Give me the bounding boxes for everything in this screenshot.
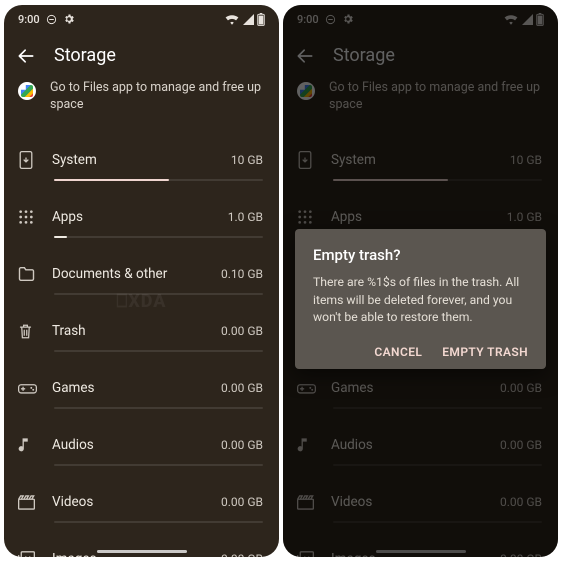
storage-usage-bar — [54, 521, 263, 523]
storage-row-size: 0.00 GB — [221, 438, 263, 452]
device-phone-icon — [18, 151, 52, 169]
storage-row-size: 0.00 GB — [221, 495, 263, 509]
status-bar: 9:00 — [4, 5, 279, 31]
storage-row-size: 0.00 GB — [221, 381, 263, 395]
storage-row-size: 1.0 GB — [228, 210, 263, 224]
phone-left: 9:00 Storage Go to Files app to manage a… — [4, 5, 279, 557]
storage-row-trash[interactable]: Trash0.00 GB — [4, 303, 279, 360]
folder-icon — [18, 267, 52, 281]
do-not-disturb-icon — [46, 14, 57, 25]
storage-row-size: 10 GB — [231, 153, 263, 167]
image-stack-icon — [18, 551, 52, 557]
storage-usage-bar — [54, 407, 263, 409]
files-banner[interactable]: Go to Files app to manage and free up sp… — [4, 74, 279, 132]
storage-row-size: 0.00 GB — [221, 552, 263, 557]
cancel-button[interactable]: CANCEL — [374, 345, 422, 359]
storage-row-size: 0.00 GB — [221, 324, 263, 338]
storage-row-games[interactable]: Games0.00 GB — [4, 360, 279, 417]
dialog-title: Empty trash? — [313, 246, 528, 264]
storage-row-videos[interactable]: Videos0.00 GB — [4, 474, 279, 531]
storage-row-size: 0.10 GB — [221, 267, 263, 281]
clock-text: 9:00 — [18, 13, 40, 26]
storage-row-apps[interactable]: Apps1.0 GB — [4, 189, 279, 246]
wifi-icon — [225, 14, 239, 25]
back-arrow-icon[interactable] — [16, 46, 36, 66]
storage-row-documents-other[interactable]: Documents & other0.10 GB — [4, 246, 279, 303]
trash-icon — [18, 323, 52, 340]
gesture-bar[interactable] — [97, 550, 187, 553]
storage-row-name: Apps — [52, 209, 228, 225]
gear-icon — [63, 13, 75, 25]
signal-icon — [242, 14, 254, 25]
gamepad-icon — [18, 382, 52, 395]
storage-usage-bar — [54, 236, 263, 238]
clapper-icon — [18, 495, 52, 510]
storage-usage-bar — [54, 179, 263, 181]
app-header: Storage — [4, 31, 279, 74]
phone-right: 9:00 Storage Go to Files app to manage a… — [283, 5, 558, 557]
storage-usage-bar — [54, 464, 263, 466]
apps-grid-icon — [18, 209, 52, 225]
storage-row-audios[interactable]: Audios0.00 GB — [4, 417, 279, 474]
files-app-icon — [18, 82, 36, 100]
music-note-icon — [18, 437, 52, 454]
storage-row-images[interactable]: Images0.00 GB — [4, 531, 279, 557]
storage-row-name: Videos — [52, 494, 221, 510]
page-title: Storage — [54, 45, 116, 66]
storage-row-name: Audios — [52, 437, 221, 453]
storage-usage-bar — [54, 293, 263, 295]
storage-list: System10 GBApps1.0 GBDocuments & other0.… — [4, 132, 279, 557]
storage-row-system[interactable]: System10 GB — [4, 132, 279, 189]
files-banner-text: Go to Files app to manage and free up sp… — [50, 80, 267, 114]
dialog-body: There are %1$s of files in the trash. Al… — [313, 274, 528, 327]
storage-row-name: Documents & other — [52, 266, 221, 282]
storage-row-name: Games — [52, 380, 221, 396]
storage-row-name: Trash — [52, 323, 221, 339]
empty-trash-dialog: Empty trash? There are %1$s of files in … — [295, 229, 546, 369]
storage-usage-bar — [54, 350, 263, 352]
storage-row-name: System — [52, 152, 231, 168]
empty-trash-button[interactable]: EMPTY TRASH — [442, 345, 528, 359]
battery-icon — [257, 13, 265, 26]
